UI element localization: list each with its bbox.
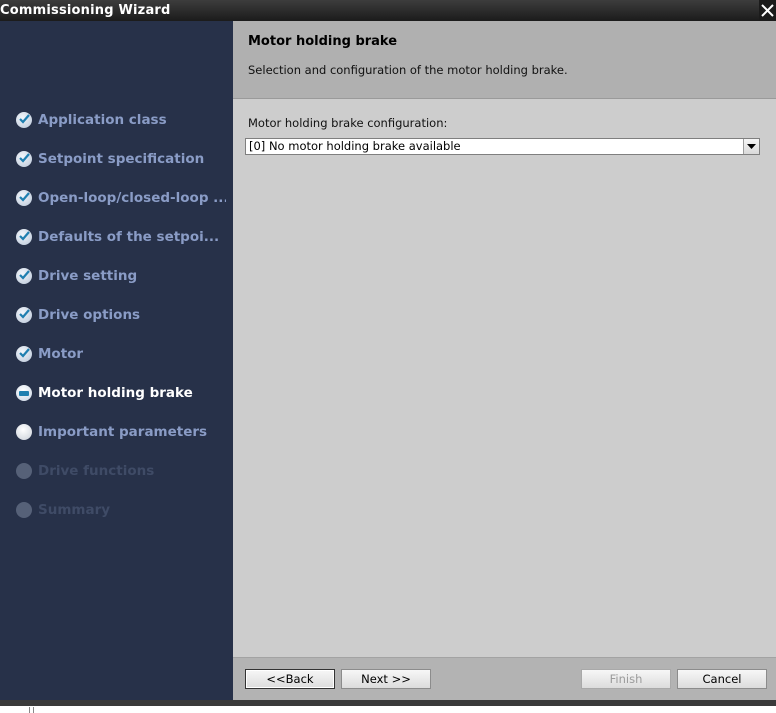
step-current-icon: [16, 385, 32, 401]
step-label: Drive setting: [38, 268, 138, 284]
step-setpoint-specification[interactable]: Setpoint specification: [16, 147, 226, 171]
step-label: Open-loop/closed-loop ...: [38, 190, 226, 206]
step-label: Application class: [38, 112, 167, 128]
step-label: Drive functions: [38, 463, 155, 479]
step-disabled-icon: [16, 463, 32, 479]
close-icon: [761, 4, 774, 17]
step-label: Drive options: [38, 307, 141, 323]
divider: [33, 707, 34, 713]
step-complete-check-icon: [16, 151, 32, 167]
window-bottom-edge: [0, 700, 776, 713]
step-complete-check-icon: [16, 268, 32, 284]
close-button[interactable]: [759, 0, 776, 21]
step-complete-check-icon: [16, 229, 32, 245]
step-pending-icon: [16, 424, 32, 440]
step-drive-functions: Drive functions: [16, 459, 226, 483]
brake-config-dropdown[interactable]: [0] No motor holding brake available: [245, 138, 760, 155]
finish-button: Finish: [581, 669, 671, 689]
step-label: Motor holding brake: [38, 385, 193, 401]
step-drive-setting[interactable]: Drive setting: [16, 264, 226, 288]
step-label: Summary: [38, 502, 111, 518]
step-motor-holding-brake[interactable]: Motor holding brake: [16, 381, 226, 405]
dropdown-arrow-button[interactable]: [743, 139, 759, 154]
brake-config-value: [0] No motor holding brake available: [249, 139, 461, 153]
step-important-parameters[interactable]: Important parameters: [16, 420, 226, 444]
wizard-step-navigation: Application class Setpoint specification…: [0, 21, 233, 700]
step-label: Motor: [38, 346, 84, 362]
page-title: Motor holding brake: [248, 34, 398, 49]
step-disabled-icon: [16, 502, 32, 518]
step-drive-options[interactable]: Drive options: [16, 303, 226, 327]
step-open-loop-closed-loop[interactable]: Open-loop/closed-loop ...: [16, 186, 226, 210]
back-button[interactable]: <<Back: [245, 669, 335, 689]
step-complete-check-icon: [16, 112, 32, 128]
step-complete-check-icon: [16, 190, 32, 206]
next-button[interactable]: Next >>: [341, 669, 431, 689]
step-complete-check-icon: [16, 346, 32, 362]
wizard-content: Motor holding brake configuration: [0] N…: [233, 99, 776, 657]
wizard-footer: <<Back Next >> Finish Cancel: [233, 657, 776, 700]
page-description: Selection and configuration of the motor…: [248, 63, 568, 77]
cancel-button[interactable]: Cancel: [677, 669, 767, 689]
window-titlebar: Commissioning Wizard: [0, 0, 776, 21]
step-summary: Summary: [16, 498, 226, 522]
step-application-class[interactable]: Application class: [16, 108, 226, 132]
step-setpoint-defaults[interactable]: Defaults of the setpoi...: [16, 225, 226, 249]
step-label: Setpoint specification: [38, 151, 205, 167]
page-header: Motor holding brake Selection and config…: [233, 21, 776, 99]
step-label: Defaults of the setpoi...: [38, 229, 220, 245]
step-complete-check-icon: [16, 307, 32, 323]
chevron-down-icon: [747, 144, 756, 149]
step-label: Important parameters: [38, 424, 208, 440]
divider: [29, 707, 30, 713]
brake-config-label: Motor holding brake configuration:: [248, 116, 448, 130]
step-motor[interactable]: Motor: [16, 342, 226, 366]
window-title: Commissioning Wizard: [0, 3, 171, 18]
